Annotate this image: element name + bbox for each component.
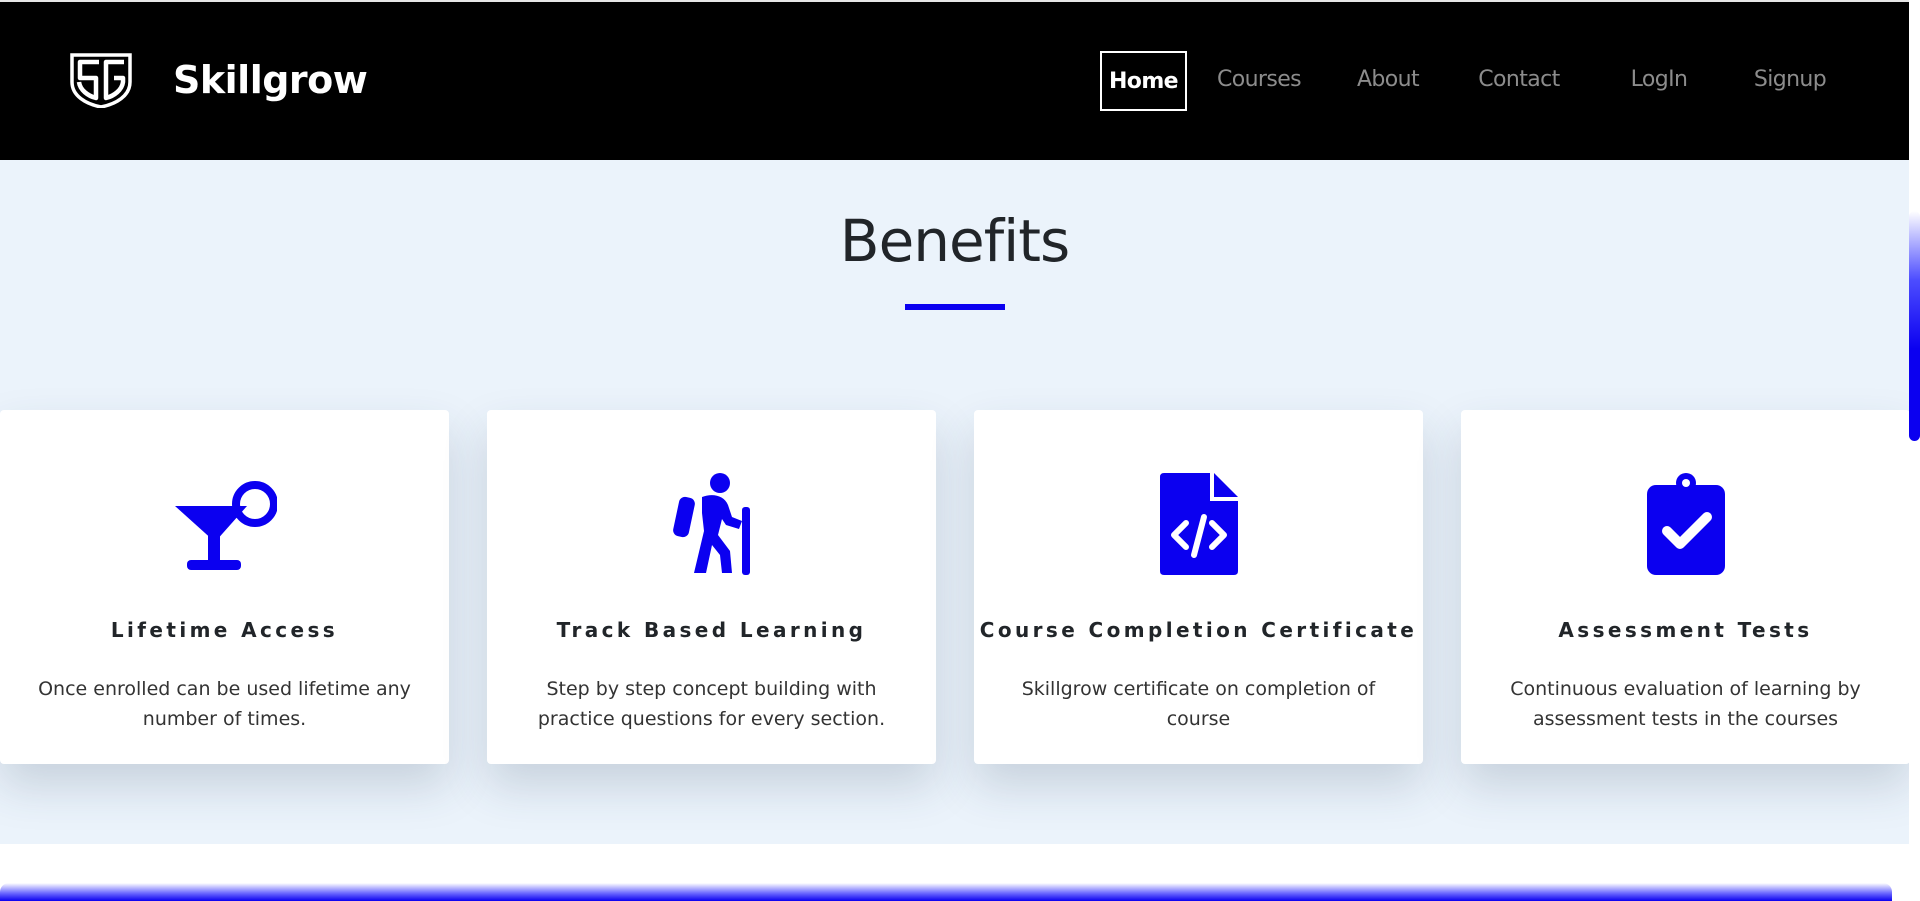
card-title: Assessment Tests xyxy=(1558,618,1813,642)
nav-home-link[interactable]: Home xyxy=(1100,51,1187,111)
nav-contact-link[interactable]: Contact xyxy=(1468,51,1570,111)
cocktail-glass-icon xyxy=(170,472,280,576)
nav-login-link[interactable]: LogIn xyxy=(1618,51,1700,111)
card-title: Lifetime Access xyxy=(110,618,339,642)
card-text: Once enrolled can be used lifetime any n… xyxy=(38,678,411,730)
hiker-icon xyxy=(657,472,767,576)
brand[interactable]: Skillgrow xyxy=(68,52,368,108)
clipboard-check-icon xyxy=(1631,472,1741,576)
card-text: Step by step concept building with pract… xyxy=(537,678,886,730)
card-text: Continuous evaluation of learning by ass… xyxy=(1510,678,1861,730)
brand-name: Skillgrow xyxy=(173,58,368,102)
benefit-card-assessment-tests: Assessment Tests Continuous evaluation o… xyxy=(1461,410,1910,764)
card-title: Course Completion Certificate xyxy=(979,618,1418,642)
next-section-bar xyxy=(0,883,1892,901)
section-title: Benefits xyxy=(839,207,1070,275)
scrollbar-thumb[interactable] xyxy=(1909,211,1920,441)
navbar: Skillgrow Home Courses About Contact Log… xyxy=(0,0,1909,160)
nav-about-link[interactable]: About xyxy=(1346,51,1430,111)
benefit-card-certificate: Course Completion Certificate Skillgrow … xyxy=(974,410,1423,764)
scrollbar-track[interactable] xyxy=(1909,0,1920,901)
sg-shield-logo-icon xyxy=(70,53,132,108)
benefits-section: Benefits Lifetime Access Once enrolled c… xyxy=(0,160,1910,844)
page: Skillgrow Home Courses About Contact Log… xyxy=(0,0,1920,901)
benefit-card-lifetime-access: Lifetime Access Once enrolled can be use… xyxy=(0,410,449,764)
card-title: Track Based Learning xyxy=(556,618,867,642)
card-text: Skillgrow certificate on completion of c… xyxy=(1021,678,1376,730)
benefit-card-track-based-learning: Track Based Learning Step by step concep… xyxy=(487,410,936,764)
title-underline xyxy=(905,304,1005,310)
nav-signup-link[interactable]: Signup xyxy=(1744,51,1836,111)
file-code-icon xyxy=(1144,472,1254,576)
nav-courses-link[interactable]: Courses xyxy=(1207,51,1311,111)
